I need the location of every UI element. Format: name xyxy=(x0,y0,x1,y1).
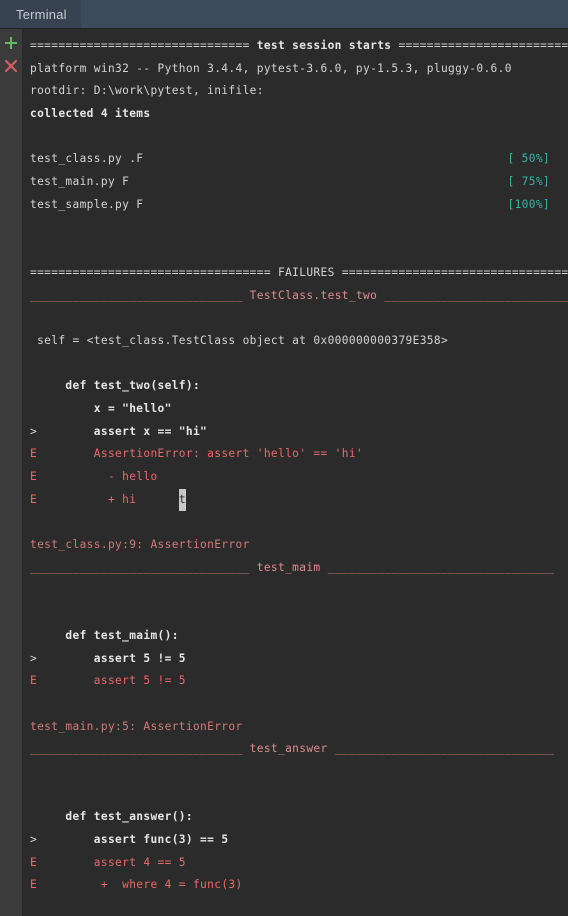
failure-location: test_class.py:9: AssertionError xyxy=(30,534,568,557)
failure-line-text: def test_answer(): xyxy=(37,810,193,824)
failure-line-text: def test_two(self): xyxy=(37,379,201,393)
failure-sep-title: TestClass.test_two xyxy=(242,288,385,302)
failures-title: FAILURES xyxy=(270,265,342,279)
progress-percent: [ 75%] xyxy=(507,175,550,189)
failure-location-text: test_main.py:5: AssertionError xyxy=(30,719,243,733)
failure-sep-left: ______________________________ xyxy=(30,742,243,756)
plus-icon xyxy=(5,37,17,49)
failure-line-text: - hello xyxy=(37,470,158,484)
failure-sep-title: test_maim xyxy=(249,560,328,574)
add-terminal-button[interactable] xyxy=(3,35,19,51)
failure-inner-blank xyxy=(30,511,568,534)
failure-line: E assert 5 != 5 xyxy=(30,670,568,693)
failure-inner-blank xyxy=(30,897,568,916)
failure-line-text: assert 4 == 5 xyxy=(37,855,186,869)
failure-line: E AssertionError: assert 'hello' == 'hi' xyxy=(30,443,568,466)
failure-line-text: + hi xyxy=(37,492,137,506)
rootdir-line-text: rootdir: D:\work\pytest, inifile: xyxy=(30,84,264,98)
failure-line-text: assert func(3) == 5 xyxy=(37,833,229,847)
progress-row: test_sample.py F [100%] xyxy=(30,194,568,217)
failure-line: > assert x == "hi" xyxy=(30,421,568,444)
failure-sep-right: ______________________________ xyxy=(384,288,568,302)
failure-gap-top xyxy=(30,580,568,603)
failure-gap-top xyxy=(30,307,568,330)
failures-eq-right: ================================== xyxy=(341,265,568,279)
cursor-padding xyxy=(136,493,179,506)
progress-file: test_main.py F xyxy=(30,175,130,189)
failure-line: > assert func(3) == 5 xyxy=(30,829,568,852)
failure-sep-right: _______________________________ xyxy=(334,742,555,756)
failure-line-text: self = <test_class.TestClass object at 0… xyxy=(37,333,449,347)
progress-file: test_sample.py F xyxy=(30,197,144,211)
failure-line-text: + where 4 = func(3) xyxy=(37,878,243,892)
progress-row: test_class.py .F [ 50%] xyxy=(30,148,568,171)
failure-line: E + where 4 = func(3) xyxy=(30,874,568,897)
platform-line: platform win32 -- Python 3.4.4, pytest-3… xyxy=(30,58,568,81)
failure-sep-left: _______________________________ xyxy=(30,560,250,574)
failure-line: E - hello xyxy=(30,466,568,489)
failures-eq-left: ================================== xyxy=(30,265,271,279)
failure-location: test_main.py:5: AssertionError xyxy=(30,716,568,739)
failure-inner-blank xyxy=(30,602,568,625)
header-title: test session starts xyxy=(249,39,399,52)
failure-sep-right: ________________________________ xyxy=(327,560,555,574)
session-header-line: =============================== test ses… xyxy=(30,35,568,58)
collected-items-line-text: collected 4 items xyxy=(30,107,151,121)
failure-line: E assert 4 == 5 xyxy=(30,852,568,875)
failure-sep-left: ______________________________ xyxy=(30,288,243,302)
failure-separator: _______________________________ test_mai… xyxy=(30,557,568,580)
spacer-before-failures-2 xyxy=(30,239,568,262)
failure-line: E + hi t xyxy=(30,488,568,512)
header-eq-right: ================================ xyxy=(398,39,568,52)
failure-inner-blank xyxy=(30,693,568,716)
progress-file: test_class.py .F xyxy=(30,152,144,166)
failure-line-text: assert 5 != 5 xyxy=(37,674,186,688)
spacer-before-failures-1 xyxy=(30,217,568,240)
failures-banner: ================================== FAILU… xyxy=(30,262,568,285)
window-titlebar: Terminal xyxy=(0,0,568,29)
failure-inner-blank xyxy=(30,784,568,807)
failure-line: x = "hello" xyxy=(30,398,568,421)
failure-location-text: test_class.py:9: AssertionError xyxy=(30,538,250,552)
failure-line-text: def test_maim(): xyxy=(37,628,179,642)
close-x-icon xyxy=(4,59,18,73)
terminal-window: Terminal ===============================… xyxy=(0,0,568,916)
failure-gap-top xyxy=(30,761,568,784)
failure-line-text: assert x == "hi" xyxy=(37,424,208,438)
spacer-after-collected xyxy=(30,126,568,149)
failure-line-text: AssertionError: assert 'hello' == 'hi' xyxy=(37,447,364,461)
tab-terminal[interactable]: Terminal xyxy=(0,0,81,28)
failure-line-text: x = "hello" xyxy=(37,402,172,415)
header-eq-left: =============================== xyxy=(30,39,250,52)
rootdir-line: rootdir: D:\work\pytest, inifile: xyxy=(30,80,568,103)
progress-percent: [ 50%] xyxy=(507,152,550,166)
terminal-cursor[interactable]: t xyxy=(178,488,186,512)
close-terminal-button[interactable] xyxy=(3,58,19,74)
failure-line: def test_two(self): xyxy=(30,375,568,398)
failure-line-text: assert 5 != 5 xyxy=(37,651,186,665)
failure-line: > assert 5 != 5 xyxy=(30,648,568,671)
failure-inner-blank xyxy=(30,353,568,376)
failure-line: def test_maim(): xyxy=(30,625,568,648)
tab-terminal-label: Terminal xyxy=(16,6,67,22)
failure-line: def test_answer(): xyxy=(30,806,568,829)
progress-percent: [100%] xyxy=(507,197,550,211)
progress-row: test_main.py F [ 75%] xyxy=(30,171,568,194)
terminal-side-toolbar xyxy=(0,29,22,916)
collected-items-line: collected 4 items xyxy=(30,103,568,126)
failure-separator: ______________________________ TestClass… xyxy=(30,285,568,308)
platform-line-text: platform win32 -- Python 3.4.4, pytest-3… xyxy=(30,61,512,75)
terminal-body: =============================== test ses… xyxy=(0,29,568,916)
failure-sep-title: test_answer xyxy=(242,742,335,756)
terminal-output[interactable]: =============================== test ses… xyxy=(22,29,568,916)
failure-line: self = <test_class.TestClass object at 0… xyxy=(30,330,568,353)
failure-separator: ______________________________ test_answ… xyxy=(30,738,568,761)
